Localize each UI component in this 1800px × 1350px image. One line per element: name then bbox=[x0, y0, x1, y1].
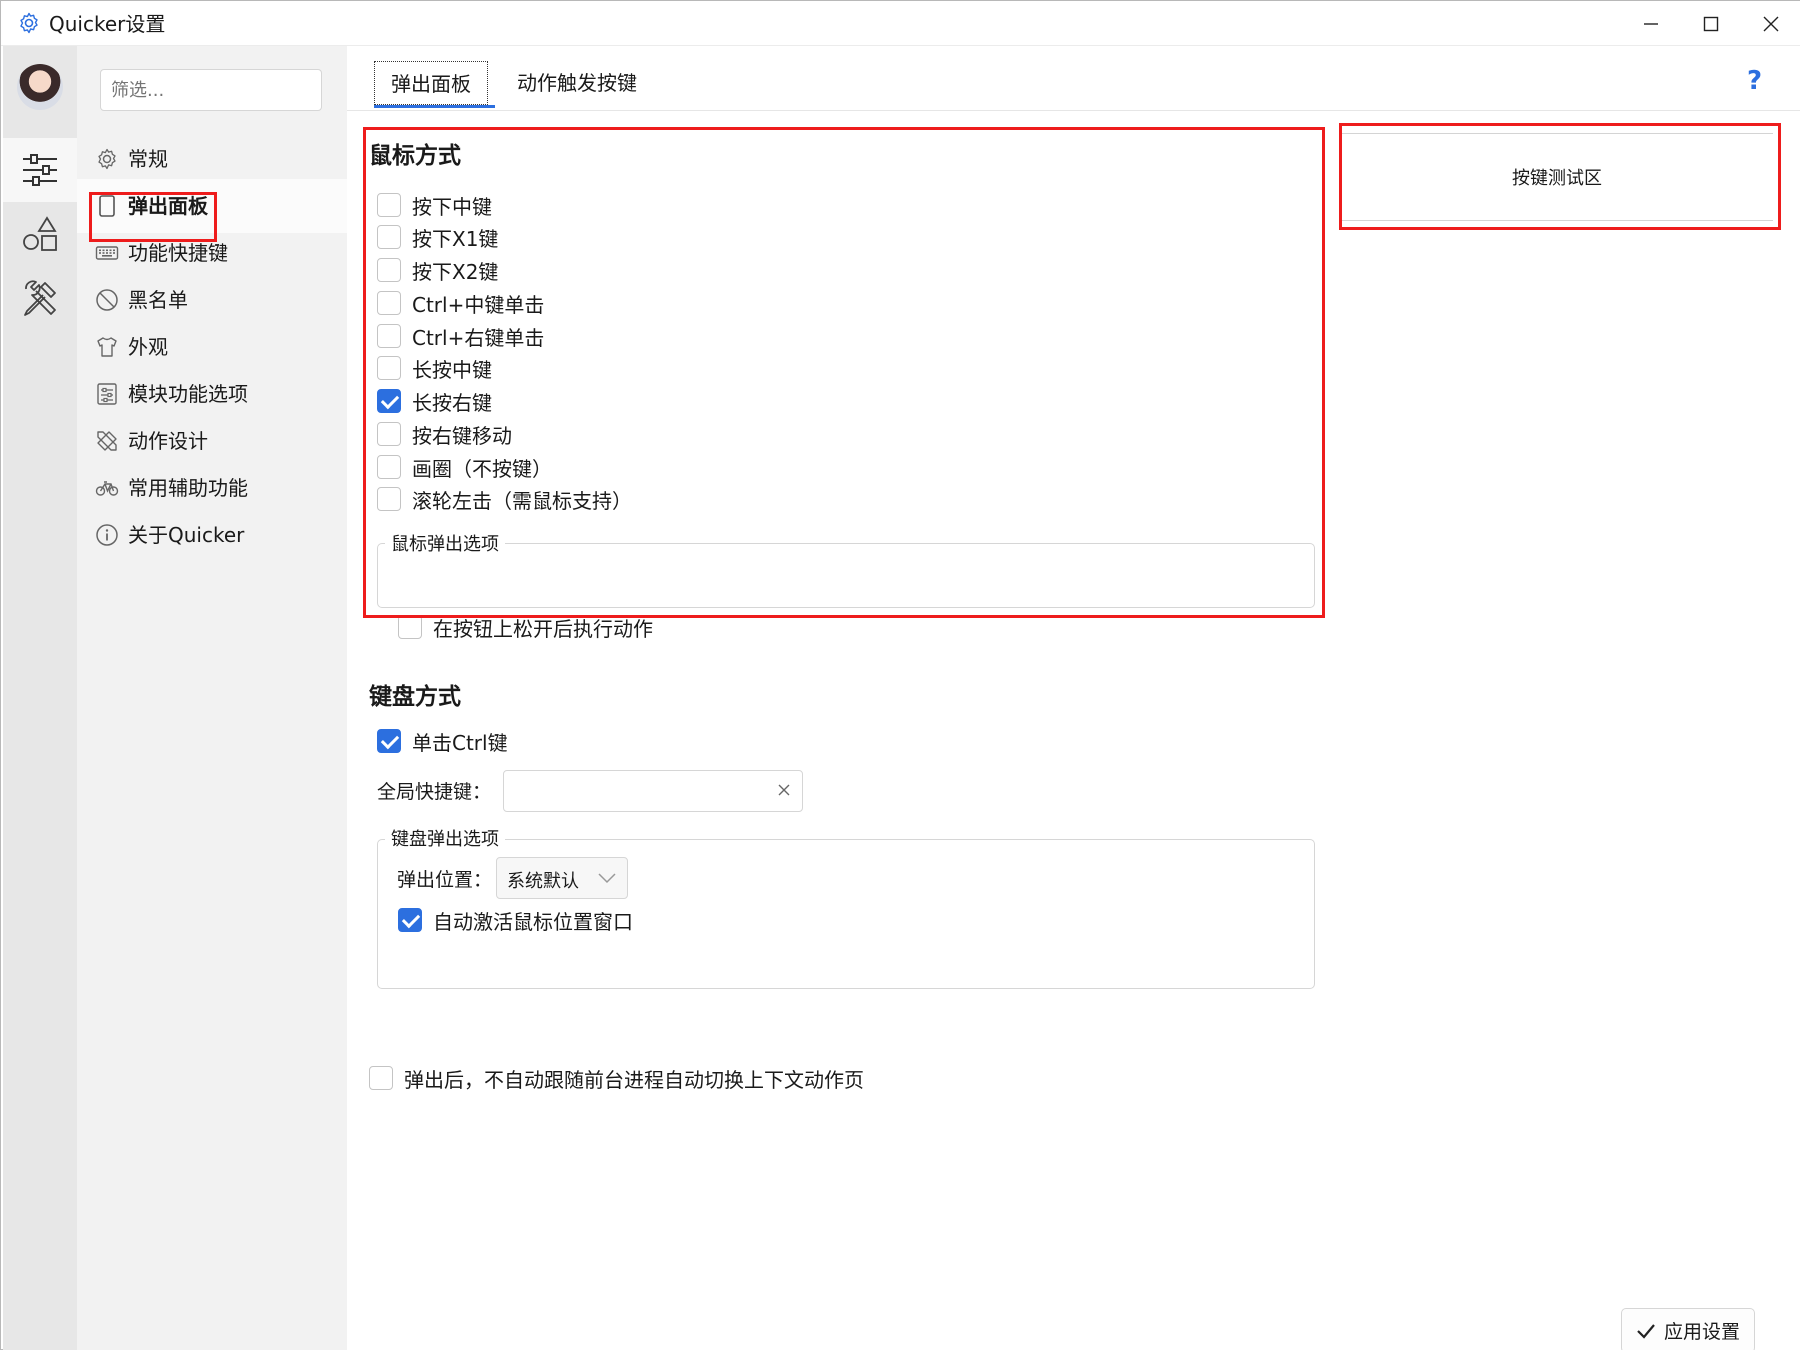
no-auto-switch-option[interactable]: 弹出后，不自动跟随前台进程自动切换上下文动作页 bbox=[369, 1063, 864, 1093]
nav-item-label: 黑名单 bbox=[128, 288, 188, 312]
tab-trigger-keys[interactable]: 动作触发按键 bbox=[501, 61, 653, 105]
nav-panel: 常规 弹出面板 功能快捷键 黑名单 外观 bbox=[77, 46, 347, 1350]
keyboard-section-title: 键盘方式 bbox=[369, 684, 461, 710]
nav-item-label: 功能快捷键 bbox=[128, 241, 228, 265]
nav-item-label: 关于Quicker bbox=[128, 523, 245, 547]
tab-bar: 弹出面板 动作触发按键 ? bbox=[347, 46, 1800, 111]
filter-input[interactable] bbox=[100, 69, 322, 111]
rail-shapes[interactable] bbox=[3, 202, 77, 266]
sliders-box-icon bbox=[95, 382, 119, 406]
settings-window: Quicker设置 筛选... 常规 弹出面板 功能快捷键 黑名单 外观 模块功… bbox=[0, 0, 1800, 1350]
checkbox-checked[interactable] bbox=[398, 908, 422, 932]
settings-sliders-icon bbox=[23, 154, 57, 186]
gear-icon bbox=[17, 11, 41, 35]
checkbox-checked[interactable] bbox=[377, 729, 401, 753]
info-icon bbox=[95, 523, 119, 547]
title-bar: Quicker设置 bbox=[1, 1, 1800, 46]
gear-icon bbox=[95, 147, 119, 171]
main-panel: 弹出面板 动作触发按键 ? 鼠标方式 按下中键 按下X1键 按下X2键 Ctrl… bbox=[347, 46, 1800, 1350]
clear-icon[interactable] bbox=[774, 780, 794, 800]
highlight-key-test-area bbox=[1339, 123, 1781, 230]
icon-rail bbox=[3, 46, 77, 1350]
help-button[interactable]: ? bbox=[1747, 66, 1773, 98]
checkbox[interactable] bbox=[369, 1066, 393, 1090]
avatar[interactable] bbox=[17, 64, 63, 110]
apply-settings-button[interactable]: 应用设置 bbox=[1621, 1308, 1755, 1350]
active-tab-indicator bbox=[374, 105, 495, 108]
bicycle-icon bbox=[95, 476, 119, 500]
tab-popup-panel[interactable]: 弹出面板 bbox=[374, 61, 488, 105]
keyboard-option-single-ctrl[interactable]: 单击Ctrl键 bbox=[377, 726, 508, 756]
popup-position-label: 弹出位置： bbox=[397, 869, 493, 891]
shirt-icon bbox=[95, 335, 119, 359]
maximize-button[interactable] bbox=[1681, 1, 1741, 46]
minimize-button[interactable] bbox=[1621, 1, 1681, 46]
check-icon bbox=[1637, 1323, 1655, 1339]
close-icon bbox=[1763, 16, 1779, 31]
checkbox-label: 自动激活鼠标位置窗口 bbox=[433, 909, 633, 934]
nav-item-label: 常规 bbox=[128, 147, 168, 171]
nav-item-module-options[interactable]: 模块功能选项 bbox=[77, 367, 347, 421]
global-hotkey-input[interactable] bbox=[503, 770, 803, 812]
nav-item-label: 常用辅助功能 bbox=[128, 476, 248, 500]
apply-settings-label: 应用设置 bbox=[1663, 1321, 1740, 1343]
window-title: Quicker设置 bbox=[49, 12, 166, 36]
maximize-icon bbox=[1703, 16, 1719, 31]
nav-item-accessibility[interactable]: 常用辅助功能 bbox=[77, 461, 347, 515]
popup-position-value: 系统默认 bbox=[507, 871, 579, 892]
tools-icon bbox=[24, 280, 56, 316]
rail-settings[interactable] bbox=[3, 138, 77, 202]
chevron-down-icon bbox=[597, 870, 617, 886]
checkbox[interactable] bbox=[398, 615, 422, 639]
nav-item-appearance[interactable]: 外观 bbox=[77, 320, 347, 374]
global-hotkey-label: 全局快捷键： bbox=[377, 781, 492, 803]
popup-position-select[interactable]: 系统默认 bbox=[496, 857, 628, 899]
highlight-nav-popup-panel bbox=[89, 192, 217, 242]
nav-item-label: 动作设计 bbox=[128, 429, 208, 453]
nav-item-label: 模块功能选项 bbox=[128, 382, 248, 406]
ban-icon bbox=[95, 288, 119, 312]
keyboard-icon bbox=[95, 241, 119, 265]
nav-item-about[interactable]: 关于Quicker bbox=[77, 508, 347, 562]
design-tools-icon bbox=[95, 429, 119, 453]
shapes-icon bbox=[23, 216, 57, 251]
checkbox-label: 单击Ctrl键 bbox=[412, 730, 508, 755]
checkbox-label: 弹出后，不自动跟随前台进程自动切换上下文动作页 bbox=[404, 1067, 864, 1092]
rail-tools[interactable] bbox=[3, 266, 77, 330]
nav-item-general[interactable]: 常规 bbox=[77, 132, 347, 186]
close-button[interactable] bbox=[1741, 1, 1800, 46]
minimize-icon bbox=[1644, 22, 1658, 25]
keyboard-option-auto-activate[interactable]: 自动激活鼠标位置窗口 bbox=[398, 905, 633, 935]
highlight-mouse-section bbox=[363, 127, 1325, 618]
keyboard-popup-options-title: 键盘弹出选项 bbox=[385, 825, 505, 851]
nav-item-label: 外观 bbox=[128, 335, 168, 359]
nav-item-blacklist[interactable]: 黑名单 bbox=[77, 273, 347, 327]
nav-item-action-design[interactable]: 动作设计 bbox=[77, 414, 347, 468]
